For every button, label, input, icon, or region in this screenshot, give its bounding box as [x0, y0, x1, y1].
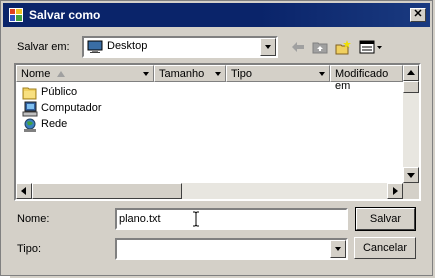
view-menu-icon[interactable] — [359, 39, 383, 55]
horizontal-scroll-thumb[interactable] — [32, 183, 182, 199]
scroll-right-button[interactable] — [387, 183, 403, 199]
list-item-label: Computador — [41, 102, 102, 114]
network-icon — [24, 118, 36, 132]
filetype-combo[interactable] — [115, 238, 348, 260]
folder-icon — [22, 87, 37, 100]
chevron-down-icon — [215, 72, 221, 76]
horizontal-scrollbar[interactable] — [16, 183, 403, 199]
save-in-dropdown-button[interactable] — [260, 38, 276, 56]
filename-value: plano.txt — [119, 213, 161, 225]
new-folder-icon[interactable] — [335, 39, 351, 55]
list-item-label: Rede — [41, 118, 68, 130]
filename-label: Nome: — [17, 213, 50, 225]
file-list[interactable]: Nome Tamanho Tipo Modificado em Público — [14, 63, 421, 201]
list-item-label: Público — [41, 86, 78, 98]
back-arrow-icon[interactable] — [290, 39, 306, 55]
scroll-up-button[interactable] — [403, 65, 419, 81]
column-header-type[interactable]: Tipo — [226, 65, 330, 82]
scroll-left-button[interactable] — [16, 183, 32, 199]
desktop-icon — [87, 40, 103, 53]
vertical-scrollbar[interactable] — [403, 65, 419, 183]
close-button[interactable]: ✕ — [410, 8, 426, 22]
sort-ascending-icon — [57, 71, 65, 77]
filetype-dropdown-button[interactable] — [330, 240, 346, 258]
column-filter-button[interactable] — [141, 67, 151, 80]
arrow-right-icon — [393, 187, 398, 195]
filetype-label: Tipo: — [17, 243, 42, 255]
arrow-left-icon — [21, 187, 26, 195]
save-button[interactable]: Salvar — [355, 207, 416, 231]
column-filter-button[interactable] — [317, 67, 327, 80]
cancel-button[interactable]: Cancelar — [354, 237, 416, 259]
chevron-down-icon — [265, 45, 271, 49]
computer-icon — [22, 101, 38, 117]
close-icon: ✕ — [413, 8, 423, 20]
save-in-combo[interactable]: Desktop — [82, 36, 278, 58]
save-as-dialog: Salvar como ✕ Salvar em: Desktop Nome Ta… — [0, 0, 433, 276]
column-filter-button[interactable] — [213, 67, 223, 80]
title-bar[interactable]: Salvar como ✕ — [3, 3, 430, 27]
column-header-name[interactable]: Nome — [16, 65, 154, 82]
text-cursor-icon — [193, 211, 199, 227]
arrow-up-icon — [407, 70, 415, 75]
column-header-size[interactable]: Tamanho — [154, 65, 226, 82]
scroll-down-button[interactable] — [403, 167, 419, 183]
chevron-down-icon — [143, 72, 149, 76]
vertical-scroll-thumb[interactable] — [403, 81, 419, 93]
up-folder-icon[interactable] — [312, 39, 328, 55]
app-icon — [9, 8, 23, 22]
save-in-value: Desktop — [107, 40, 148, 52]
save-in-label: Salvar em: — [17, 41, 70, 53]
column-header-modified[interactable]: Modificado em — [330, 65, 403, 92]
filename-input[interactable]: plano.txt — [115, 208, 348, 230]
window-title: Salvar como — [29, 8, 101, 22]
arrow-down-icon — [407, 173, 415, 178]
chevron-down-icon — [335, 247, 341, 251]
chevron-down-icon — [319, 72, 325, 76]
scrollbar-corner — [403, 183, 419, 199]
